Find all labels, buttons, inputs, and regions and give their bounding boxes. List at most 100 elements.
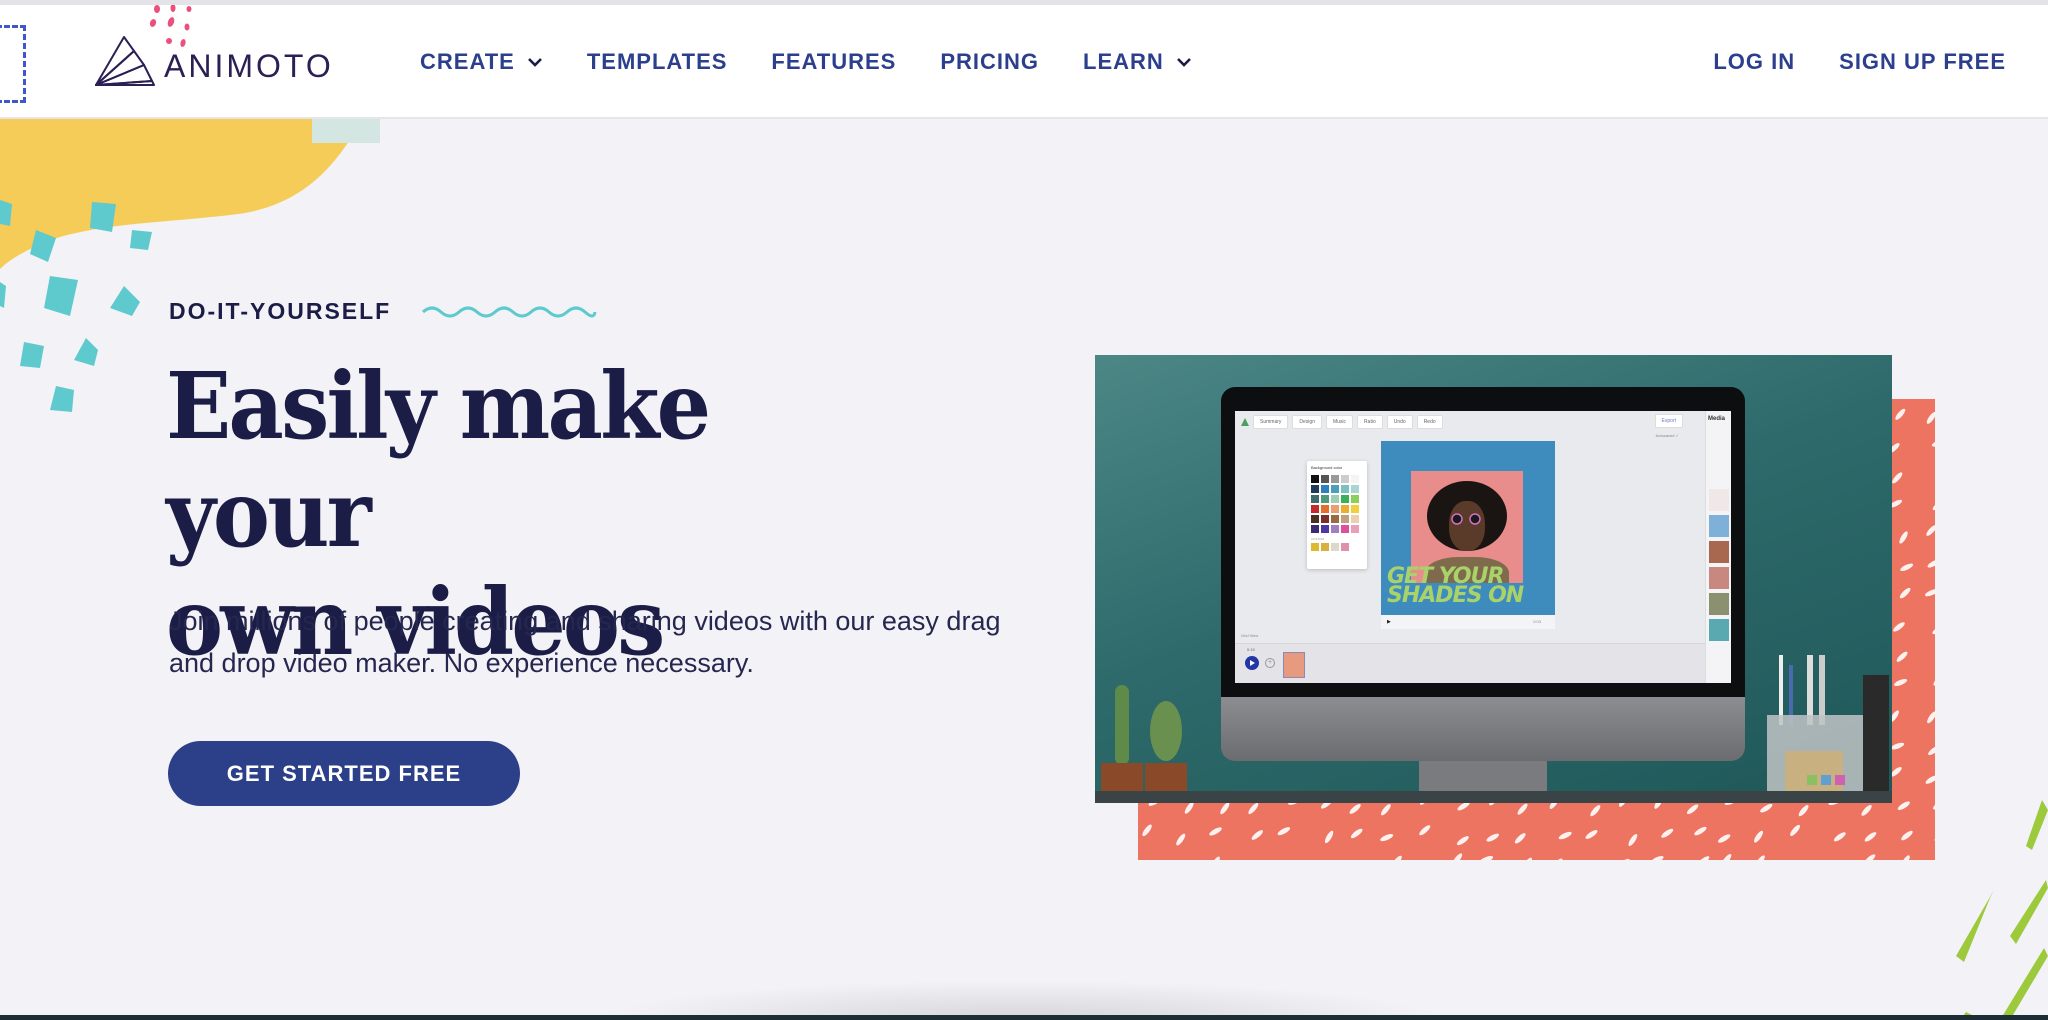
editor-media-panel: Media [1705,411,1731,683]
feather-mark [1650,855,1664,860]
pencil-cup-image [1767,655,1889,803]
nav-pricing[interactable]: PRICING [940,49,1039,75]
chevron-down-icon [1176,58,1191,67]
feather-mark [1718,834,1731,843]
color-swatch [1341,475,1349,483]
animoto-logo[interactable]: ANIMOTO [94,33,334,89]
site-header: ANIMOTO CREATE TEMPLATES FEATURES PRICIN… [0,5,2048,119]
focus-outline-decoration [0,25,26,103]
editor-export: Export [1654,414,1683,428]
feather-mark [1926,525,1935,536]
feather-mark [1755,855,1765,860]
product-video-preview[interactable]: Summary Design Music Ratio Undo Redo Exp… [1095,355,1892,803]
editor-autosaved: Autosaved ✓ [1655,433,1679,438]
color-swatch [1311,515,1319,523]
main-nav: CREATE TEMPLATES FEATURES PRICING LEARN [420,5,1192,119]
feather-mark [1522,857,1533,860]
bg-popup-title: Background color [1311,465,1343,470]
feather-mark [1350,828,1363,839]
feather-mark [1901,830,1913,841]
feather-mark [1754,830,1763,843]
color-swatch [1331,505,1339,513]
color-swatch [1351,505,1359,513]
feather-mark [1391,855,1402,860]
feather-mark [1899,587,1911,599]
nav-templates-label: TEMPLATES [586,49,728,74]
color-swatch [1341,505,1349,513]
color-swatch [1331,525,1339,533]
nav-features[interactable]: FEATURES [771,49,896,75]
custom-color-swatch [1341,543,1349,551]
feather-mark [1926,412,1935,424]
color-swatch [1311,505,1319,513]
nav-templates[interactable]: TEMPLATES [587,49,728,75]
feather-mark [1697,856,1710,860]
feather-mark [1479,856,1494,860]
feather-mark [1895,408,1906,420]
color-swatch [1321,485,1329,493]
color-swatch [1321,525,1329,533]
imac-stand [1419,761,1547,791]
color-swatch [1351,475,1359,483]
feather-mark [1628,834,1638,847]
feather-mark [1617,858,1630,860]
feather-mark [1798,805,1809,817]
color-swatch [1341,515,1349,523]
eyebrow-text: DO-IT-YOURSELF [169,298,392,324]
nav-create[interactable]: CREATE [420,49,543,75]
color-swatch [1351,525,1359,533]
feather-mark [1897,801,1910,810]
feather-mark [1932,500,1935,511]
sunglasses [1451,513,1481,525]
signup-link[interactable]: SIGN UP FREE [1839,49,2006,75]
media-thumb [1709,593,1729,615]
timeline-play-icon [1245,656,1259,670]
feather-mark [1927,559,1935,568]
app-logo-icon [1241,418,1249,426]
next-section-edge [0,1015,2048,1020]
feather-mark [1760,803,1773,813]
face [1449,501,1485,551]
feather-mark [1934,470,1935,483]
login-link[interactable]: LOG IN [1713,49,1795,75]
color-swatch [1311,485,1319,493]
imac-chin [1221,697,1745,761]
feather-mark [1900,563,1914,572]
toolbar-summary: Summary [1253,415,1289,429]
feather-mark [1661,828,1674,838]
feather-mark [1893,622,1905,632]
feather-mark [1931,439,1935,447]
feather-mark [1861,804,1872,816]
color-swatch [1351,515,1359,523]
feather-mark [1419,825,1431,836]
color-swatch [1331,515,1339,523]
custom-label: CUSTOM [1311,537,1324,541]
grid-view-toggle: Grid View [1241,633,1259,638]
get-started-free-button[interactable]: GET STARTED FREE [168,741,520,806]
color-swatch [1311,475,1319,483]
color-swatch [1331,475,1339,483]
wavy-line-decoration [422,306,597,317]
feather-mark [1380,833,1394,842]
custom-color-swatch [1331,543,1339,551]
feather-mark [1833,832,1846,842]
feather-mark [1176,833,1186,846]
background-color-popup: Background color CUSTOM [1307,461,1367,569]
color-swatch [1331,485,1339,493]
toolbar-undo: Undo [1386,415,1413,429]
feather-mark [1899,531,1908,544]
feather-mark [1686,804,1699,815]
feather-mark [1347,859,1360,860]
feather-mark [1585,830,1598,839]
editor-screen: Summary Design Music Ratio Undo Redo Exp… [1235,411,1731,683]
feather-mark [1932,625,1935,635]
nav-create-label: CREATE [420,49,515,74]
nav-learn[interactable]: LEARN [1083,49,1192,75]
section-shadow [590,980,1450,1020]
media-thumb [1709,515,1729,537]
color-swatch [1351,485,1359,493]
color-swatch [1321,515,1329,523]
color-swatch [1331,495,1339,503]
custom-color-swatch [1311,543,1319,551]
color-swatch-grid [1311,475,1363,533]
